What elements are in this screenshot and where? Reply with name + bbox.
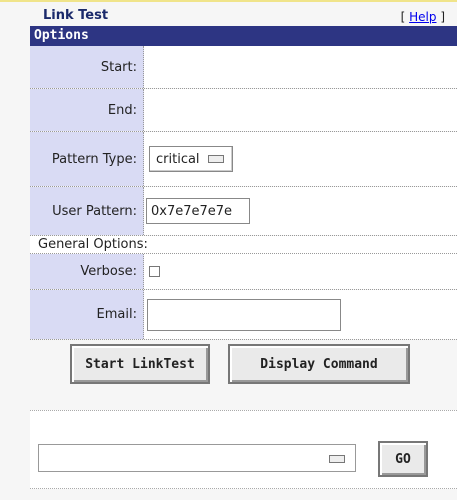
help-bracket-open: [ bbox=[400, 10, 406, 24]
user-pattern-input[interactable]: 0x7e7e7e7e bbox=[146, 198, 250, 224]
action-button-bar: Start LinkTest Display Command bbox=[30, 340, 457, 390]
email-row: Email: bbox=[30, 290, 457, 340]
pattern-type-cell: critical bbox=[144, 132, 457, 186]
bottom-command-bar: GO bbox=[30, 432, 457, 489]
page-title: Link Test bbox=[43, 8, 109, 23]
start-row: Start: bbox=[30, 46, 457, 89]
start-linktest-label: Start LinkTest bbox=[85, 356, 195, 372]
output-strip bbox=[30, 410, 457, 434]
pattern-type-select[interactable]: critical bbox=[149, 146, 233, 172]
dropdown-icon bbox=[207, 155, 224, 163]
go-label: GO bbox=[395, 451, 411, 467]
command-select[interactable] bbox=[38, 444, 356, 472]
pattern-type-label: Pattern Type: bbox=[30, 132, 144, 186]
help-bracket-close: ] bbox=[440, 10, 445, 24]
pattern-type-row: Pattern Type: critical bbox=[30, 132, 457, 187]
general-options-label: General Options: bbox=[38, 237, 148, 252]
end-row: End: bbox=[30, 89, 457, 132]
dropdown-icon bbox=[329, 455, 345, 463]
user-pattern-value: 0x7e7e7e7e bbox=[151, 203, 233, 219]
start-field[interactable] bbox=[144, 46, 457, 88]
verbose-row: Verbose: bbox=[30, 254, 457, 290]
pattern-type-value: critical bbox=[156, 151, 200, 167]
verbose-checkbox[interactable] bbox=[149, 266, 160, 277]
user-pattern-row: User Pattern: 0x7e7e7e7e bbox=[30, 187, 457, 236]
general-options-heading: General Options: bbox=[30, 236, 457, 254]
user-pattern-label: User Pattern: bbox=[30, 187, 144, 235]
top-accent-line bbox=[0, 0, 457, 2]
start-linktest-button[interactable]: Start LinkTest bbox=[70, 344, 210, 384]
email-cell bbox=[144, 290, 457, 339]
display-command-label: Display Command bbox=[260, 356, 378, 372]
verbose-cell bbox=[144, 254, 457, 289]
end-label: End: bbox=[30, 89, 144, 131]
email-label: Email: bbox=[30, 290, 144, 339]
end-field[interactable] bbox=[144, 89, 457, 131]
help-link[interactable]: Help bbox=[409, 10, 436, 24]
display-command-button[interactable]: Display Command bbox=[228, 344, 410, 384]
options-section-header: Options bbox=[30, 26, 457, 46]
user-pattern-cell: 0x7e7e7e7e bbox=[144, 187, 457, 235]
go-button[interactable]: GO bbox=[378, 441, 428, 477]
verbose-label: Verbose: bbox=[30, 254, 144, 289]
page-header: Link Test [ Help ] bbox=[30, 4, 457, 26]
help-link-group: [ Help ] bbox=[401, 10, 445, 24]
email-input[interactable] bbox=[147, 298, 341, 331]
start-label: Start: bbox=[30, 46, 144, 88]
